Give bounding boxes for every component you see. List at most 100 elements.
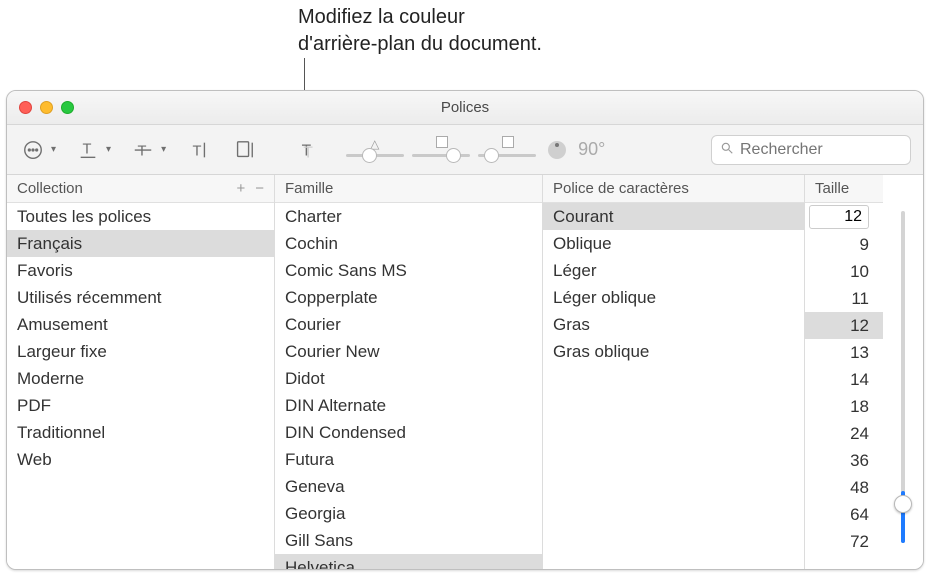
chevron-down-icon: ▾: [51, 144, 56, 155]
family-header-label: Famille: [285, 180, 333, 197]
shadow-sliders: △ 90°: [346, 138, 605, 162]
search-input[interactable]: [740, 141, 902, 159]
callout-text: Modifiez la couleur d'arrière-plan du do…: [298, 4, 542, 58]
family-header: Famille: [275, 175, 542, 203]
shadow-blur-slider[interactable]: [412, 138, 470, 162]
size-item[interactable]: 13: [805, 339, 883, 366]
shadow-angle-dial[interactable]: [548, 141, 566, 159]
chevron-down-icon: ▾: [161, 144, 166, 155]
family-item[interactable]: Futura: [275, 446, 542, 473]
collection-header-label: Collection: [17, 180, 83, 197]
fonts-window: Polices ▾ T ▾ T ▾ T TT: [6, 90, 924, 570]
titlebar: Polices: [7, 91, 923, 125]
square-icon: [502, 136, 514, 148]
family-column: Famille CharterCochinComic Sans MSCopper…: [275, 175, 543, 569]
shadow-opacity-slider[interactable]: △: [346, 138, 404, 162]
collection-item[interactable]: Favoris: [7, 257, 274, 284]
typeface-item[interactable]: Gras: [543, 311, 804, 338]
minimize-button[interactable]: [40, 101, 53, 114]
window-controls: [7, 101, 74, 114]
typeface-header-label: Police de caractères: [553, 180, 689, 197]
family-item[interactable]: Didot: [275, 365, 542, 392]
document-background-color-button[interactable]: [230, 136, 258, 164]
chevron-down-icon: ▾: [106, 144, 111, 155]
family-item[interactable]: Georgia: [275, 500, 542, 527]
size-item[interactable]: 14: [805, 366, 883, 393]
actions-menu[interactable]: ▾: [19, 136, 56, 164]
window-title: Polices: [441, 99, 489, 116]
size-column: Taille 91011121314182436486472: [805, 175, 923, 569]
collection-header: Collection + −: [7, 175, 274, 203]
collection-item[interactable]: PDF: [7, 392, 274, 419]
family-item[interactable]: Copperplate: [275, 284, 542, 311]
collection-column: Collection + − Toutes les policesFrançai…: [7, 175, 275, 569]
callout-line1: Modifiez la couleur: [298, 4, 542, 31]
collection-item[interactable]: Toutes les polices: [7, 203, 274, 230]
typeface-item[interactable]: Léger: [543, 257, 804, 284]
typeface-item[interactable]: Courant: [543, 203, 804, 230]
underline-menu[interactable]: T ▾: [74, 136, 111, 164]
size-item[interactable]: 64: [805, 501, 883, 528]
strikethrough-menu[interactable]: T ▾: [129, 136, 166, 164]
family-item[interactable]: Courier: [275, 311, 542, 338]
shadow-offset-slider[interactable]: [478, 138, 536, 162]
family-item[interactable]: Geneva: [275, 473, 542, 500]
collection-item[interactable]: Largeur fixe: [7, 338, 274, 365]
typeface-column: Police de caractères CourantObliqueLéger…: [543, 175, 805, 569]
family-item[interactable]: Courier New: [275, 338, 542, 365]
search-icon: [720, 140, 740, 160]
search-field[interactable]: [711, 135, 911, 165]
svg-text:T: T: [83, 141, 92, 157]
family-item[interactable]: Gill Sans: [275, 527, 542, 554]
typeface-item[interactable]: Gras oblique: [543, 338, 804, 365]
size-header-label: Taille: [815, 180, 849, 197]
size-item[interactable]: 9: [805, 231, 883, 258]
more-icon: [19, 136, 47, 164]
text-color-button[interactable]: T: [184, 136, 212, 164]
size-item[interactable]: 72: [805, 528, 883, 555]
typeface-list[interactable]: CourantObliqueLégerLéger obliqueGrasGras…: [543, 203, 804, 569]
text-shadow-button[interactable]: TT: [294, 136, 322, 164]
shadow-angle-label: 90°: [578, 139, 605, 160]
collection-item[interactable]: Utilisés récemment: [7, 284, 274, 311]
toolbar: ▾ T ▾ T ▾ T TT △: [7, 125, 923, 175]
family-item[interactable]: DIN Condensed: [275, 419, 542, 446]
svg-text:T: T: [138, 143, 147, 159]
collection-item[interactable]: Français: [7, 230, 274, 257]
svg-text:T: T: [193, 143, 202, 159]
callout-line2: d'arrière-plan du document.: [298, 31, 542, 58]
family-item[interactable]: Helvetica: [275, 554, 542, 569]
svg-text:T: T: [304, 144, 314, 161]
size-item[interactable]: 12: [805, 312, 883, 339]
size-item[interactable]: 11: [805, 285, 883, 312]
add-collection-button[interactable]: +: [236, 180, 245, 197]
size-header: Taille: [805, 175, 883, 203]
size-list[interactable]: 91011121314182436486472: [805, 231, 883, 555]
size-slider[interactable]: [883, 175, 923, 555]
size-item[interactable]: 18: [805, 393, 883, 420]
size-item[interactable]: 10: [805, 258, 883, 285]
collection-item[interactable]: Amusement: [7, 311, 274, 338]
collection-list[interactable]: Toutes les policesFrançaisFavorisUtilisé…: [7, 203, 274, 569]
family-item[interactable]: Comic Sans MS: [275, 257, 542, 284]
strikethrough-icon: T: [129, 136, 157, 164]
size-item[interactable]: 36: [805, 447, 883, 474]
close-button[interactable]: [19, 101, 32, 114]
remove-collection-button[interactable]: −: [255, 180, 264, 197]
size-item[interactable]: 24: [805, 420, 883, 447]
family-item[interactable]: DIN Alternate: [275, 392, 542, 419]
typeface-header: Police de caractères: [543, 175, 804, 203]
collection-item[interactable]: Web: [7, 446, 274, 473]
size-input[interactable]: [809, 205, 869, 229]
font-columns: Collection + − Toutes les policesFrançai…: [7, 175, 923, 569]
collection-item[interactable]: Moderne: [7, 365, 274, 392]
square-icon: [436, 136, 448, 148]
typeface-item[interactable]: Léger oblique: [543, 284, 804, 311]
collection-item[interactable]: Traditionnel: [7, 419, 274, 446]
size-item[interactable]: 48: [805, 474, 883, 501]
family-item[interactable]: Cochin: [275, 230, 542, 257]
family-item[interactable]: Charter: [275, 203, 542, 230]
typeface-item[interactable]: Oblique: [543, 230, 804, 257]
family-list[interactable]: CharterCochinComic Sans MSCopperplateCou…: [275, 203, 542, 569]
maximize-button[interactable]: [61, 101, 74, 114]
